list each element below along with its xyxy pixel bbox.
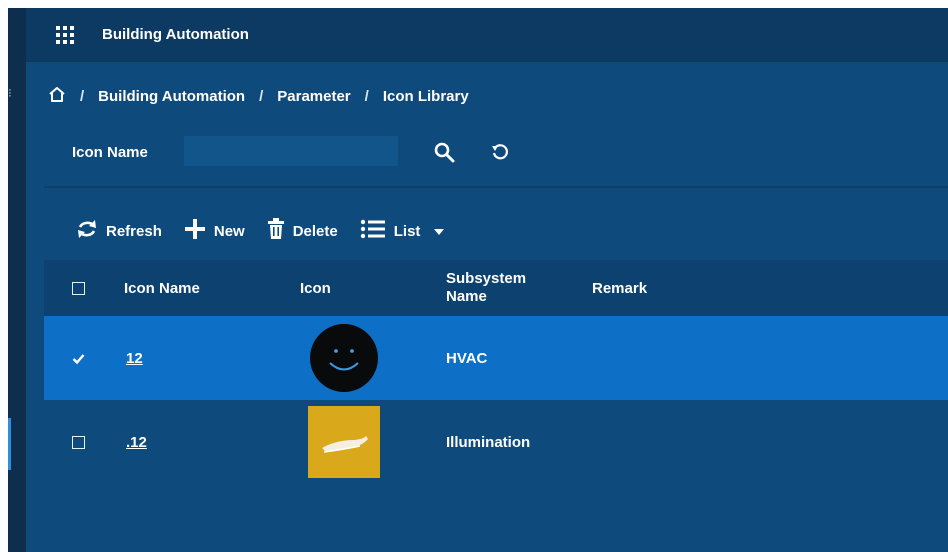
trash-icon	[267, 218, 285, 244]
main-content: / Building Automation / Parameter / Icon…	[26, 62, 948, 552]
icon-table: Icon Name Icon Subsystem Name Remark 12	[44, 260, 948, 484]
subsystem-name-cell: HVAC	[446, 349, 488, 367]
table-row[interactable]: .12 Illumination	[44, 400, 948, 484]
toolbar: Refresh New Delete List	[76, 218, 445, 244]
search-icon[interactable]	[434, 142, 456, 167]
breadcrumb-parameter[interactable]: Parameter	[277, 88, 350, 105]
home-icon[interactable]	[48, 86, 66, 106]
delete-label: Delete	[292, 222, 338, 240]
table-row[interactable]: 12 HVAC	[44, 316, 948, 400]
icon-name-link[interactable]: 12	[126, 350, 143, 367]
icon-name-label: Icon Name	[72, 144, 148, 161]
reset-icon[interactable]	[490, 142, 510, 165]
column-header-remark[interactable]: Remark	[592, 260, 647, 316]
refresh-label: Refresh	[106, 222, 162, 240]
icon-name-link[interactable]: .12	[126, 434, 147, 451]
new-label: New	[213, 222, 245, 240]
breadcrumb-icon-library: Icon Library	[382, 87, 469, 105]
section-divider	[44, 186, 948, 188]
subsystem-name-cell: Illumination	[446, 433, 531, 451]
refresh-icon	[76, 219, 98, 243]
icon-name-input[interactable]	[184, 136, 398, 166]
breadcrumb-building-automation[interactable]: Building Automation	[98, 88, 245, 105]
column-header-icon-name[interactable]: Icon Name	[124, 260, 200, 316]
column-header-icon[interactable]: Icon	[300, 260, 331, 316]
top-bar: Building Automation	[26, 8, 948, 60]
breadcrumb: / Building Automation / Parameter / Icon…	[48, 86, 469, 106]
delete-button[interactable]: Delete	[267, 218, 338, 244]
search-row: Icon Name	[44, 134, 948, 170]
plus-icon	[184, 218, 206, 244]
row-checkbox-checked[interactable]	[72, 352, 85, 365]
sidebar-active-marker	[8, 418, 11, 470]
column-header-subsystem-name[interactable]: Subsystem Name	[446, 260, 526, 316]
smiley-face-icon	[310, 324, 378, 392]
select-all-checkbox[interactable]	[72, 281, 85, 295]
chevron-down-icon	[434, 223, 445, 240]
breadcrumb-separator: /	[259, 87, 264, 105]
new-button[interactable]: New	[184, 218, 245, 244]
breadcrumb-separator: /	[364, 87, 369, 105]
refresh-button[interactable]: Refresh	[76, 219, 162, 243]
app-window: ⁝ Building Automation / Building Automat…	[8, 8, 948, 552]
yellow-shoe-icon	[308, 406, 380, 478]
list-view-dropdown[interactable]: List	[360, 219, 445, 243]
list-icon	[360, 219, 386, 243]
breadcrumb-separator: /	[80, 87, 85, 105]
app-title: Building Automation	[102, 26, 249, 43]
table-header: Icon Name Icon Subsystem Name Remark	[44, 260, 948, 316]
list-label: List	[393, 222, 421, 240]
collapse-handle-icon[interactable]: ⁝	[8, 86, 12, 100]
apps-grid-icon[interactable]	[56, 26, 74, 44]
row-checkbox[interactable]	[72, 435, 85, 449]
left-sidebar: ⁝	[8, 8, 26, 552]
